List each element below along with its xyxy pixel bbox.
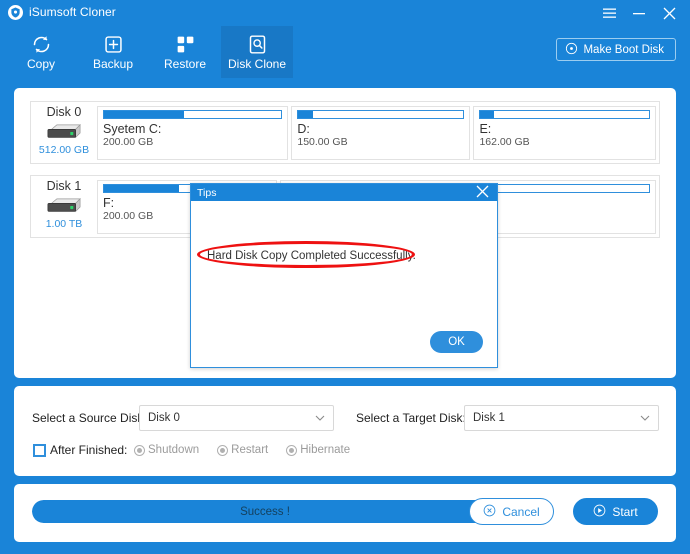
dialog-close-icon[interactable] (474, 185, 491, 201)
app-title: iSumsoft Cloner (29, 5, 116, 19)
partition-size: 162.00 GB (479, 136, 530, 148)
source-disk-value: Disk 0 (148, 412, 180, 424)
disk-row[interactable]: Disk 0 512.00 GB Syetem C: 200.00 GB D: … (30, 101, 660, 164)
progress-label: Success ! (240, 505, 290, 518)
selection-panel: Select a Source Disk: Disk 0 Select a Ta… (14, 386, 676, 476)
tab-label: Backup (92, 57, 134, 71)
target-disk-select[interactable]: Disk 1 (464, 405, 659, 431)
after-finished-checkbox[interactable] (33, 443, 46, 457)
start-button[interactable]: Start (573, 498, 658, 525)
cancel-button[interactable]: Cancel (469, 498, 554, 525)
radio-indicator (134, 444, 145, 456)
tips-dialog: Tips Hard Disk Copy Completed Successful… (190, 183, 498, 368)
disk-size: 1.00 TB (45, 218, 83, 230)
title-bar: iSumsoft Cloner (0, 0, 690, 26)
tab-restore[interactable]: Restore (149, 26, 221, 78)
after-finished-options: Shutdown Restart Hibernate (134, 444, 350, 456)
partition-size: 200.00 GB (103, 136, 154, 148)
progress-bar: Success ! (32, 500, 498, 523)
make-boot-disk-button[interactable]: Make Boot Disk (556, 38, 676, 61)
hard-drive-icon (46, 122, 82, 142)
target-disk-label: Select a Target Disk: (356, 411, 466, 425)
partition-item[interactable]: E: 162.00 GB (473, 106, 657, 160)
cancel-label: Cancel (502, 504, 540, 519)
dialog-ok-button[interactable]: OK (430, 331, 483, 353)
dialog-title: Tips (197, 186, 217, 199)
disk-name: Disk 0 (46, 105, 82, 119)
circle-play-icon (593, 504, 606, 520)
minimize-icon[interactable] (624, 0, 654, 26)
partition-size: 150.00 GB (297, 136, 348, 148)
main-toolbar: Copy Backup Restore Disk Clone Make Boot… (0, 26, 690, 78)
radio-restart[interactable]: Restart (217, 444, 268, 456)
partition-usage-bar (103, 110, 283, 119)
radio-label: Restart (231, 444, 269, 456)
radio-label: Hibernate (300, 444, 351, 456)
close-icon[interactable] (654, 0, 684, 26)
tab-label: Disk Clone (227, 57, 287, 71)
dialog-title-bar: Tips (191, 184, 497, 201)
source-disk-select[interactable]: Disk 0 (139, 405, 334, 431)
chevron-down-icon (315, 413, 325, 424)
disk-name: Disk 1 (46, 179, 82, 193)
partition-usage-bar (479, 110, 651, 119)
partition-usage-bar (297, 110, 465, 119)
tab-backup[interactable]: Backup (77, 26, 149, 78)
disc-icon (565, 42, 578, 58)
partition-label: D: (297, 122, 310, 136)
after-finished-label: After Finished: (50, 443, 128, 457)
chevron-down-icon (640, 413, 650, 424)
disk-clone-icon (247, 33, 268, 55)
disk-info: Disk 0 512.00 GB (31, 102, 97, 163)
app-logo-icon (8, 5, 23, 20)
restore-grid-icon (175, 33, 196, 55)
tab-copy[interactable]: Copy (5, 26, 77, 78)
partition-label: Syetem C: (103, 122, 162, 136)
hamburger-icon[interactable] (594, 0, 624, 26)
tab-label: Copy (26, 57, 55, 71)
refresh-copy-icon (31, 33, 52, 55)
dialog-message: Hard Disk Copy Completed Successfully. (207, 250, 416, 262)
partition-item[interactable]: D: 150.00 GB (291, 106, 471, 160)
make-boot-disk-label: Make Boot Disk (583, 43, 664, 56)
start-label: Start (612, 504, 638, 519)
radio-label: Shutdown (148, 444, 200, 456)
radio-indicator (286, 444, 298, 456)
partition-label: E: (479, 122, 492, 136)
target-disk-value: Disk 1 (473, 412, 505, 424)
radio-shutdown[interactable]: Shutdown (134, 444, 199, 456)
radio-indicator (217, 444, 229, 456)
radio-hibernate[interactable]: Hibernate (286, 444, 350, 456)
application-window: iSumsoft Cloner Copy Backup Restore Disk… (0, 0, 690, 554)
tab-label: Restore (163, 57, 207, 71)
source-disk-label: Select a Source Disk: (32, 411, 147, 425)
partition-list: Syetem C: 200.00 GB D: 150.00 GB E: 162.… (97, 102, 659, 163)
window-controls (594, 0, 684, 26)
hard-drive-icon (46, 196, 82, 216)
circle-x-icon (483, 504, 496, 520)
disk-info: Disk 1 1.00 TB (31, 176, 97, 237)
partition-item[interactable]: Syetem C: 200.00 GB (97, 106, 289, 160)
disk-size: 512.00 GB (38, 144, 90, 156)
action-panel: Success ! Cancel Start (14, 484, 676, 542)
tab-disk-clone[interactable]: Disk Clone (221, 26, 293, 78)
backup-plus-icon (103, 33, 124, 55)
after-finished-group: After Finished: (33, 443, 127, 457)
